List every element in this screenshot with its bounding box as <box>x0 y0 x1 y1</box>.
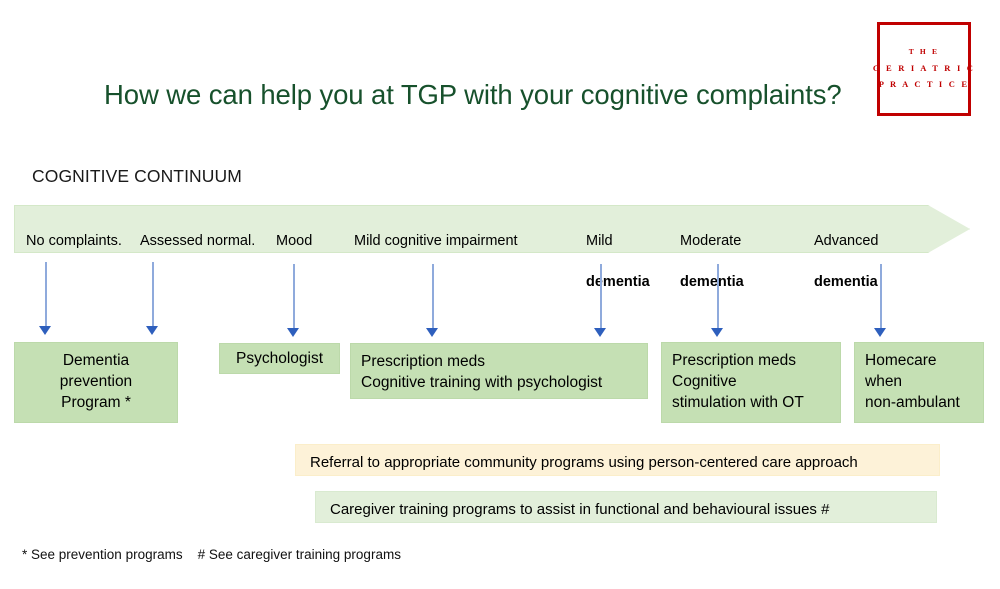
continuum-stage-6: Advanced dementia <box>814 210 879 313</box>
continuum-stage-0-line1: No complaints. <box>26 232 122 249</box>
continuum-stage-6-line1: Advanced <box>814 232 879 249</box>
page-title: How we can help you at TGP with your cog… <box>104 79 842 110</box>
service-box-psychologist[interactable]: Psychologist <box>219 343 340 374</box>
service-box-prescription-cognitive-stimulation[interactable]: Prescription meds Cognitive stimulation … <box>661 342 841 423</box>
service-box-dementia-prevention[interactable]: Dementia prevention Program * <box>14 342 178 423</box>
down-arrow-icon-4 <box>426 264 439 338</box>
banner-community-referral[interactable]: Referral to appropriate community progra… <box>295 444 940 476</box>
logo-line-the: T H E <box>908 47 940 57</box>
continuum-stage-3-line1: Mild cognitive impairment <box>354 232 518 249</box>
continuum-stage-6-line2: dementia <box>814 273 878 290</box>
service-box-prescription-cognitive-training[interactable]: Prescription meds Cognitive training wit… <box>350 343 648 399</box>
down-arrow-icon-7 <box>874 264 887 338</box>
cognitive-continuum-band: No complaints. Assessed normal. Mood Mil… <box>14 205 970 290</box>
geriatric-practice-logo: T H E G E R I A T R I C P R A C T I C E <box>873 22 973 116</box>
continuum-stage-5-line1: Moderate <box>680 232 742 249</box>
down-arrow-icon-1 <box>39 262 52 336</box>
footnote-legend: * See prevention programs # See caregive… <box>22 547 401 562</box>
banner-caregiver-training[interactable]: Caregiver training programs to assist in… <box>315 491 937 523</box>
section-label-cognitive-continuum: COGNITIVE CONTINUUM <box>32 166 242 186</box>
logo-line-geriatric: G E R I A T R I C <box>872 62 976 73</box>
down-arrow-icon-5 <box>594 264 607 338</box>
service-box-homecare[interactable]: Homecare when non-ambulant <box>854 342 984 423</box>
continuum-stage-2-line1: Mood <box>276 232 313 249</box>
continuum-stage-1-line1: Assessed normal. <box>140 232 256 249</box>
continuum-stage-4-line1: Mild <box>586 232 613 249</box>
logo-line-practice: P R A C T I C E <box>878 79 970 90</box>
down-arrow-icon-6 <box>711 264 724 338</box>
down-arrow-icon-2 <box>146 262 159 336</box>
down-arrow-icon-3 <box>287 264 300 338</box>
slide-canvas: T H E G E R I A T R I C P R A C T I C E … <box>0 0 1000 589</box>
